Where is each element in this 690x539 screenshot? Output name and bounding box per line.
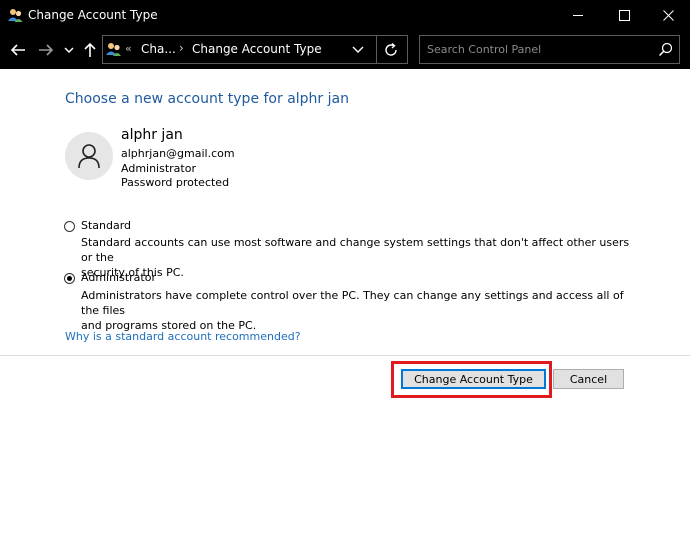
refresh-icon[interactable] xyxy=(383,42,399,58)
cancel-button[interactable]: Cancel xyxy=(553,369,624,389)
avatar xyxy=(65,132,113,180)
arrow-left-icon xyxy=(10,44,25,56)
user-email: alphrjan@gmail.com xyxy=(121,147,235,160)
change-account-type-window: Change Account Type « Cha... › Change Ac… xyxy=(0,0,690,539)
user-icon xyxy=(78,144,100,169)
address-divider xyxy=(376,36,377,63)
arrow-up-icon xyxy=(84,42,96,57)
administrator-radio[interactable] xyxy=(64,273,75,284)
recent-locations-button[interactable] xyxy=(62,40,76,60)
close-button[interactable] xyxy=(645,0,690,31)
user-accounts-icon xyxy=(8,9,23,22)
user-password-status: Password protected xyxy=(121,176,230,189)
chevron-down-icon[interactable] xyxy=(351,44,365,56)
standard-radio-label[interactable]: Standard xyxy=(81,219,131,232)
breadcrumb-change-account-type[interactable]: Change Account Type xyxy=(192,42,322,56)
navigation-bar: « Cha... › Change Account Type xyxy=(0,31,690,69)
search-input[interactable] xyxy=(427,41,647,58)
change-account-type-button[interactable]: Change Account Type xyxy=(401,369,546,389)
page-title: Choose a new account type for alphr jan xyxy=(65,91,349,107)
standard-description: Standard accounts can use most software … xyxy=(81,236,630,279)
divider xyxy=(0,355,690,356)
forward-button[interactable] xyxy=(36,40,56,60)
up-button[interactable] xyxy=(80,40,100,60)
administrator-description: Administrators have complete control ove… xyxy=(81,289,624,332)
administrator-radio-label[interactable]: Administrator xyxy=(81,271,156,284)
user-role: Administrator xyxy=(121,162,196,175)
close-icon xyxy=(662,10,674,21)
address-overflow[interactable]: « xyxy=(125,42,132,55)
standard-account-help-link[interactable]: Why is a standard account recommended? xyxy=(65,330,301,343)
window-title: Change Account Type xyxy=(28,8,158,22)
arrow-right-icon xyxy=(39,44,54,56)
minimize-icon xyxy=(572,15,583,16)
radio-selected-dot xyxy=(67,276,72,281)
breadcrumb-control-panel[interactable]: Cha... xyxy=(141,42,176,56)
address-bar[interactable]: « Cha... › Change Account Type xyxy=(102,35,408,64)
standard-radio[interactable] xyxy=(64,221,75,232)
maximize-icon xyxy=(618,10,630,21)
back-button[interactable] xyxy=(8,40,28,60)
breadcrumb-separator[interactable]: › xyxy=(179,41,184,55)
minimize-button[interactable] xyxy=(555,0,601,31)
search-icon[interactable] xyxy=(658,42,673,57)
maximize-button[interactable] xyxy=(601,0,647,31)
chevron-down-icon xyxy=(64,47,74,54)
title-bar: Change Account Type xyxy=(0,0,690,31)
search-box[interactable] xyxy=(419,35,680,64)
user-name: alphr jan xyxy=(121,127,183,143)
user-accounts-icon xyxy=(106,43,121,56)
